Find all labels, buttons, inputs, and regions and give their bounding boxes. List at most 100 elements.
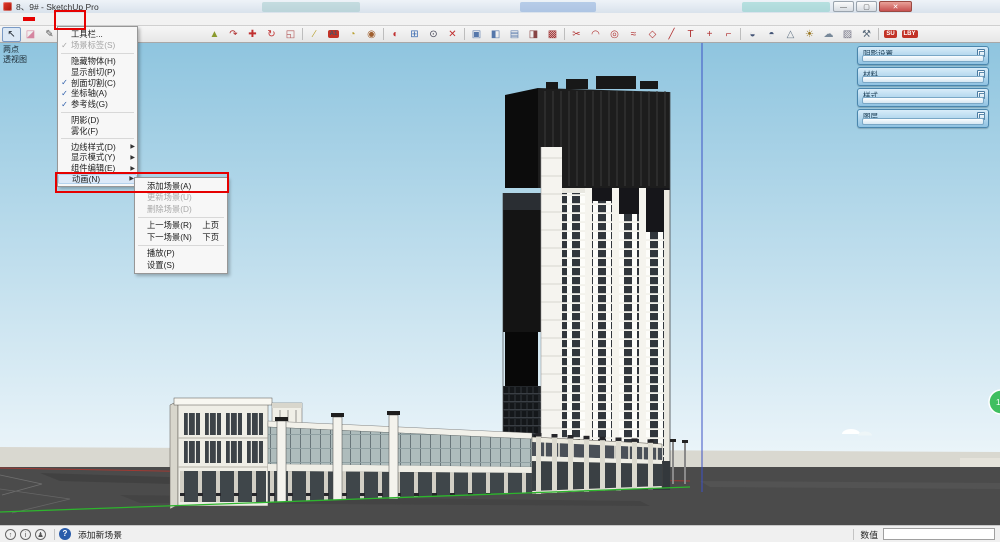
sign-in-icon[interactable]: ♟ — [35, 529, 46, 540]
tape-measure-icon[interactable]: ∕ — [305, 27, 324, 42]
submenu-item-delete-scene[interactable]: 删除场景(D) — [135, 203, 227, 215]
tray-panel-materials[interactable]: 材料 — [857, 67, 989, 86]
maximize-button[interactable]: ▢ — [856, 1, 877, 12]
menu-item-toolbars[interactable]: 工具栏... — [58, 29, 137, 40]
menu-item-fog[interactable]: 雾化(F) — [58, 125, 137, 136]
minimize-button[interactable]: — — [833, 1, 854, 12]
menu-item-animation[interactable]: 动画(N) ▶ — [58, 174, 137, 185]
axes-tool-icon[interactable]: + — [700, 27, 719, 42]
background-window-ghost — [262, 2, 360, 12]
help-icon[interactable]: ? — [59, 528, 71, 540]
status-bar: ↑ i ♟ ? 添加新场景 数值 — [0, 525, 1000, 542]
tray-panel-shadow-settings[interactable]: 阴影设置 — [857, 46, 989, 65]
window-controls: —▢✕ — [833, 1, 912, 12]
eraser-tool-icon[interactable]: ◪ — [21, 27, 40, 42]
polygon-tool-icon[interactable]: ◇ — [643, 27, 662, 42]
background-window-ghost — [520, 2, 596, 12]
arc-tool-icon[interactable]: ◠ — [586, 27, 605, 42]
menu-item-scene-tabs[interactable]: ✓ 场景标签(S) — [58, 40, 137, 51]
tray-panel-layers[interactable]: 图层 — [857, 109, 989, 128]
soften-edges-icon[interactable]: △ — [781, 27, 800, 42]
pushpull-tool-icon[interactable]: ▲ — [205, 27, 224, 42]
collapsed-panel-strip — [862, 55, 984, 62]
separator — [54, 529, 55, 540]
model-scene: 1+ — [0, 43, 1000, 525]
submenu-item-settings[interactable]: 设置(S) — [135, 259, 227, 271]
view-menu-dropdown: 工具栏... ✓ 场景标签(S) 隐藏物体(H) 显示剖切(P) ✓ 剖面切割(… — [57, 26, 138, 187]
submenu-item-play[interactable]: 播放(P) — [135, 248, 227, 260]
window-title: 8、9# - SketchUp Pro — [16, 1, 99, 13]
separator — [878, 28, 879, 40]
collapsed-panel-strip — [862, 97, 984, 104]
submenu-item-prev-scene[interactable]: 上一场景(R) 上页 — [135, 220, 227, 232]
submenu-item-next-scene[interactable]: 下一场景(N) 下页 — [135, 231, 227, 243]
solid-subtract-icon[interactable]: ◓ — [762, 27, 781, 42]
texture-icon[interactable]: ▨ — [838, 27, 857, 42]
components-icon[interactable]: ▩ — [543, 27, 562, 42]
solid-union-icon[interactable]: ◒ — [743, 27, 762, 42]
separator — [740, 28, 741, 40]
iso-view-icon[interactable]: ◧ — [486, 27, 505, 42]
separator — [61, 53, 134, 54]
separator — [464, 28, 465, 40]
menu-item-shadows[interactable]: 阴影(D) — [58, 115, 137, 126]
menu-item-guides[interactable]: ✓ 参考线(G) — [58, 99, 137, 110]
right-tray: 阴影设置 材料 样式 图层 — [857, 46, 989, 130]
fog-toggle-icon[interactable]: ☁ — [819, 27, 838, 42]
menu-item-edge-style[interactable]: 边线样式(D) ▶ — [58, 141, 137, 152]
submenu-item-add-scene[interactable]: 添加场景(A) — [135, 180, 227, 192]
menu-item-section-cut[interactable]: ✓ 剖面切割(C) — [58, 77, 137, 88]
select-tool-icon[interactable]: ↖ — [2, 27, 21, 42]
checkmark-icon: ✓ — [58, 100, 71, 109]
pan-tool-icon[interactable]: ⊞ — [405, 27, 424, 42]
title-bar: 8、9# - SketchUp Pro —▢✕ — [0, 0, 1000, 14]
freehand-tool-icon[interactable]: ≈ — [624, 27, 643, 42]
section-plane-icon[interactable]: ✂ — [567, 27, 586, 42]
close-button[interactable]: ✕ — [879, 1, 912, 12]
protractor-tool-icon[interactable]: ◔ — [343, 27, 362, 42]
followme-tool-icon[interactable]: ↷ — [224, 27, 243, 42]
measurement-label: 数值 — [860, 528, 878, 541]
separator — [138, 217, 224, 218]
geolocation-icon[interactable]: ↑ — [5, 529, 16, 540]
checkmark-icon: ✓ — [58, 41, 71, 50]
separator — [564, 28, 565, 40]
shadows-toggle-icon[interactable]: ☀ — [800, 27, 819, 42]
collapsed-panel-strip — [862, 118, 984, 125]
orbit-tool-icon[interactable]: ◐ — [386, 27, 405, 42]
submenu-arrow-icon: ▶ — [126, 165, 135, 172]
separator — [138, 245, 224, 246]
text-tool-icon[interactable]: T — [681, 27, 700, 42]
3d-viewport[interactable]: 1+ 两点 透视图 阴影设置 材料 样式 — [0, 43, 1000, 525]
menu-item-face-style[interactable]: 显示模式(Y) ▶ — [58, 152, 137, 163]
separator — [383, 28, 384, 40]
menu-item-axes[interactable]: ✓ 坐标轴(A) — [58, 88, 137, 99]
scale-tool-icon[interactable]: ◱ — [281, 27, 300, 42]
credits-icon[interactable]: i — [20, 529, 31, 540]
offset-tool-icon[interactable]: ◎ — [605, 27, 624, 42]
line-tool-icon[interactable]: ╱ — [662, 27, 681, 42]
menu-item-section-planes[interactable]: 显示剖切(P) — [58, 66, 137, 77]
submenu-item-update-scene[interactable]: 更新场景(U) — [135, 192, 227, 204]
paint-bucket-icon[interactable]: ◉ — [362, 27, 381, 42]
measurement-input[interactable] — [883, 528, 995, 540]
menu-item-component-edit[interactable]: 组件编辑(E) ▶ — [58, 163, 137, 174]
move-tool-icon[interactable]: ✚ — [243, 27, 262, 42]
dims-tool-icon[interactable]: ⌐ — [719, 27, 738, 42]
styles-icon[interactable]: ◨ — [524, 27, 543, 42]
top-view-icon[interactable]: ▤ — [505, 27, 524, 42]
zoom-tool-icon[interactable]: ⊙ — [424, 27, 443, 42]
submenu-arrow-icon: ▶ — [125, 175, 134, 182]
dimension-tool-icon[interactable]: A1 — [324, 27, 343, 42]
zoom-extents-icon[interactable]: ✕ — [443, 27, 462, 42]
background-window-ghost — [742, 2, 830, 12]
front-view-icon[interactable]: ▣ — [467, 27, 486, 42]
warehouse-icon[interactable]: SU — [881, 27, 900, 42]
status-hint: 添加新场景 — [78, 528, 122, 541]
submenu-arrow-icon: ▶ — [126, 154, 135, 161]
tray-panel-styles[interactable]: 样式 — [857, 88, 989, 107]
menu-item-hidden-geometry[interactable]: 隐藏物体(H) — [58, 56, 137, 67]
settings-tool-icon[interactable]: ⚒ — [857, 27, 876, 42]
extension-library-icon[interactable]: LBY — [900, 27, 919, 42]
rotate-tool-icon[interactable]: ↻ — [262, 27, 281, 42]
